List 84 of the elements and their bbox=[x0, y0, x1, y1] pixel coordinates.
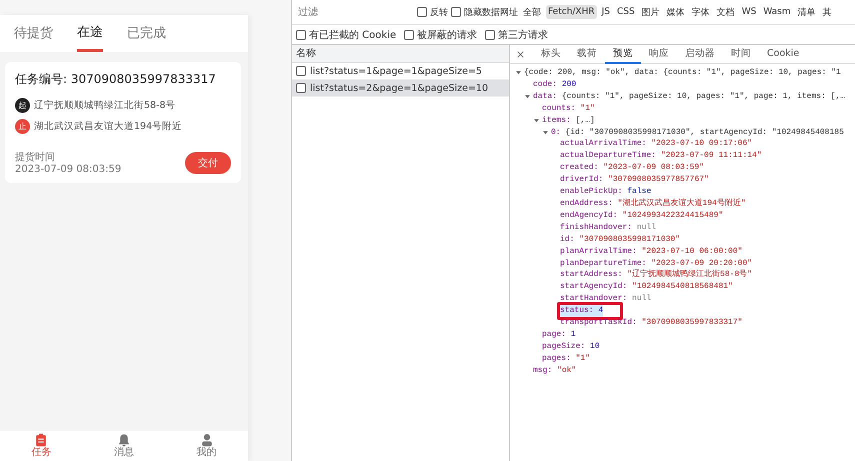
type-filter[interactable]: 其 bbox=[820, 4, 834, 20]
tab[interactable]: 在途 bbox=[77, 23, 103, 52]
tab[interactable]: 已完成 bbox=[127, 24, 166, 52]
expanded-triangle-icon[interactable] bbox=[515, 69, 522, 76]
checkbox-label: 隐藏数据网址 bbox=[464, 6, 518, 18]
type-filter[interactable]: 字体 bbox=[690, 4, 712, 20]
json-line: 0: {id: "3070908035998171030", startAgencyId: "10249845408185 bbox=[551, 126, 844, 138]
nav-item[interactable]: 我的 bbox=[196, 433, 217, 459]
address: 辽宁抚顺顺城鸭绿江北街58-8号 bbox=[34, 99, 176, 112]
tab[interactable]: 启动器 bbox=[677, 44, 723, 64]
type-filter[interactable]: Fetch/XHR bbox=[546, 5, 597, 19]
nav-label: 消息 bbox=[114, 447, 134, 459]
json-line: actualDepartureTime: "2023-07-09 11:11:14" bbox=[560, 150, 762, 162]
tab[interactable]: Cookie bbox=[759, 44, 808, 64]
tab[interactable]: 预览 bbox=[605, 44, 641, 64]
checkbox[interactable] bbox=[296, 83, 306, 93]
address: 湖北武汉武昌友谊大道194号附近 bbox=[34, 120, 182, 133]
request-row[interactable]: list?status=2&page=1&pageSize=10 bbox=[292, 80, 509, 97]
json-line: startHandover: null bbox=[560, 293, 652, 306]
time-label: 提货时间 bbox=[15, 150, 56, 164]
json-line: page: 1 bbox=[542, 328, 576, 341]
close-icon bbox=[516, 50, 525, 58]
json-line: created: "2023-07-09 08:03:59" bbox=[560, 162, 704, 174]
json-line: {code: 200, msg: "ok", data: {counts: "1", pageSize: 10, pages: "1 bbox=[524, 67, 841, 79]
column-header: 名称 bbox=[292, 45, 509, 63]
bell-icon bbox=[116, 433, 131, 447]
type-filter[interactable]: CSS bbox=[615, 5, 637, 19]
type-filter[interactable]: Wasm bbox=[761, 5, 793, 19]
checkbox-label: 被屏蔽的请求 bbox=[417, 28, 478, 42]
deliver-button[interactable]: 交付 bbox=[185, 152, 231, 174]
tab[interactable]: 响应 bbox=[641, 44, 677, 64]
json-line: code: 200 bbox=[533, 78, 576, 91]
expanded-triangle-icon[interactable] bbox=[542, 128, 549, 136]
json-line: startAgencyId: "1024984540818568481" bbox=[560, 281, 733, 294]
json-line: id: "3070908035998171030" bbox=[560, 234, 680, 246]
tab[interactable]: 时间 bbox=[723, 44, 759, 64]
tab[interactable]: 标头 bbox=[533, 44, 569, 64]
task-number: 任务编号: 3070908035997833317 bbox=[15, 71, 217, 88]
checkbox[interactable] bbox=[404, 30, 414, 40]
type-filter[interactable]: 图片 bbox=[640, 4, 662, 20]
type-filter[interactable]: JS bbox=[600, 5, 612, 19]
checkbox[interactable] bbox=[485, 30, 496, 40]
checkbox-label: 第三方请求 bbox=[498, 28, 548, 42]
json-line: counts: "1" bbox=[542, 102, 595, 115]
json-line: finishHandover: null bbox=[560, 222, 656, 234]
type-filter[interactable]: 全部 bbox=[521, 4, 543, 20]
checkbox[interactable] bbox=[296, 30, 306, 40]
expanded-triangle-icon[interactable] bbox=[524, 93, 531, 100]
request-name: list?status=2&page=1&pageSize=10 bbox=[310, 82, 488, 94]
json-line: pageSize: 10 bbox=[542, 340, 600, 353]
checkbox-label: 反转 bbox=[430, 6, 448, 18]
nav-item[interactable]: 任务 bbox=[31, 433, 52, 459]
tab[interactable]: 载荷 bbox=[569, 44, 605, 64]
json-line: planArrivalTime: "2023-07-10 06:00:00" bbox=[560, 246, 742, 258]
checkbox[interactable] bbox=[296, 66, 306, 76]
json-line: driverId: "3070908035977857767" bbox=[560, 174, 709, 186]
person-icon bbox=[200, 433, 214, 447]
json-line: msg: "ok" bbox=[533, 364, 576, 377]
json-line: endAddress: "湖北武汉武昌友谊大道194号附近" bbox=[560, 198, 746, 210]
type-filter[interactable]: 文档 bbox=[714, 4, 737, 20]
json-line: enablePickUp: false bbox=[560, 186, 652, 198]
json-line: items: [,…] bbox=[542, 114, 595, 127]
start-badge: 起 bbox=[15, 98, 30, 113]
nav-item[interactable]: 消息 bbox=[114, 433, 134, 459]
pickup-time: 2023-07-09 08:03:59 bbox=[15, 164, 122, 175]
expanded-triangle-icon[interactable] bbox=[533, 117, 540, 124]
json-line: transportTaskId: "3070908035997833317" bbox=[560, 317, 742, 329]
type-filter[interactable]: 媒体 bbox=[664, 4, 687, 20]
checkbox-label: 有已拦截的 Cookie bbox=[309, 28, 396, 42]
json-line: data: {counts: "1", pageSize: 10, pages: "1", page: 1, items: [,… bbox=[533, 90, 846, 103]
nav-label: 我的 bbox=[196, 447, 217, 459]
json-line: startAddress: "辽宁抚顺顺城鸭绿江北街58-8号" bbox=[560, 269, 752, 282]
checkbox[interactable] bbox=[417, 7, 427, 17]
checkbox[interactable] bbox=[451, 7, 461, 17]
json-line: pages: "1" bbox=[542, 352, 590, 365]
request-name: list?status=1&page=1&pageSize=5 bbox=[310, 66, 482, 76]
tab[interactable]: 待提货 bbox=[14, 24, 53, 52]
type-filter[interactable]: WS bbox=[740, 5, 758, 19]
json-line: endAgencyId: "1024993422324415489" bbox=[560, 210, 724, 222]
json-line: actualArrivalTime: "2023-07-10 09:17:06" bbox=[560, 138, 752, 150]
json-line: planDepartureTime: "2023-07-09 20:20:00" bbox=[560, 258, 752, 269]
type-filter[interactable]: 清单 bbox=[796, 4, 818, 20]
nav-label: 任务 bbox=[31, 447, 52, 459]
end-badge: 止 bbox=[15, 119, 30, 134]
